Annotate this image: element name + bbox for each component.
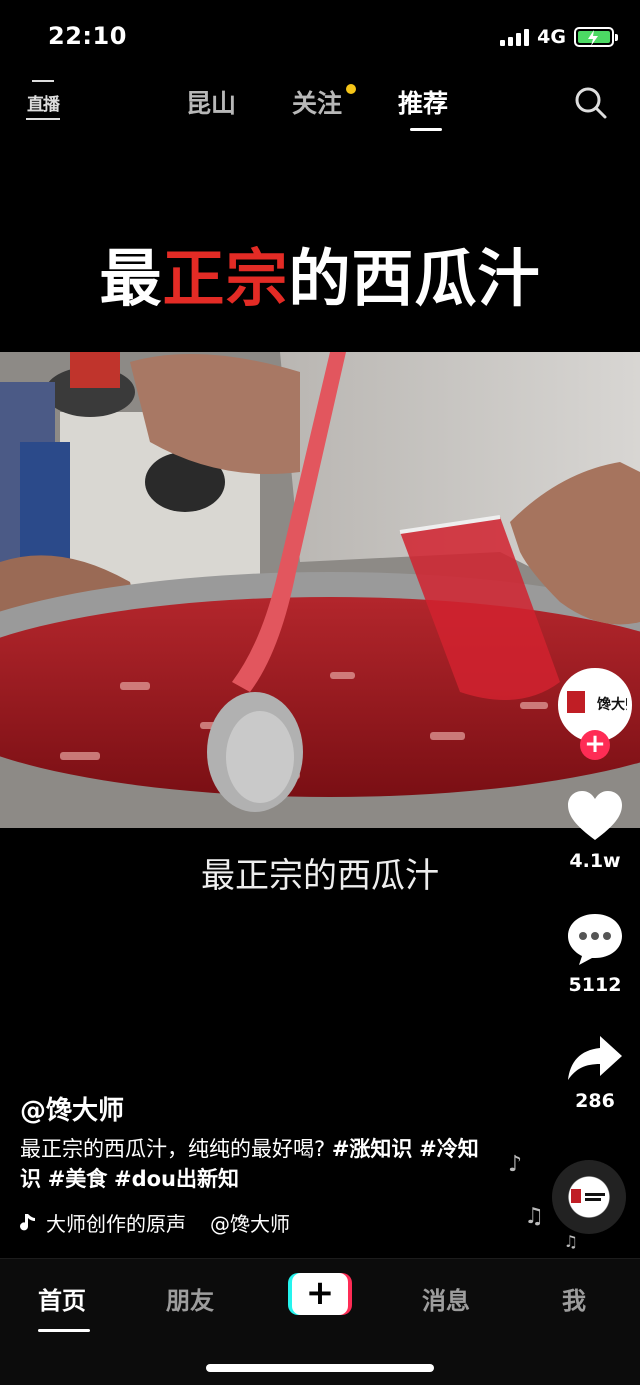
add-button[interactable]: + [288,1273,352,1315]
notification-dot [346,84,356,94]
hashtag[interactable]: #涨知识 [332,1137,413,1161]
video-scene-illustration [0,352,640,828]
comment-count: 5112 [568,974,622,996]
tab-kunshan[interactable]: 昆山 [186,84,236,120]
share-icon[interactable] [566,1034,624,1082]
network-type: 4G [537,26,566,48]
post-description: 最正宗的西瓜汁，纯纯的最好喝? #涨知识 #冷知识 #美食 #dou出新知 [20,1134,490,1194]
tab-recommended[interactable]: 推荐 [398,84,448,120]
video-frame[interactable] [0,352,640,828]
like-count: 4.1w [569,850,621,872]
avatar-logo-text: 馋大师 [596,696,627,713]
video-title: 最正宗的西瓜汁 [0,228,640,318]
music-author: @馋大师 [210,1212,290,1236]
author-name[interactable]: @馋大师 [20,1090,124,1127]
signal-icon [500,28,530,46]
tab-home[interactable]: 首页 [38,1281,86,1316]
music-info[interactable]: 大师创作的原声 @馋大师 [20,1208,350,1237]
tab-friends[interactable]: 朋友 [166,1281,214,1316]
home-tab-indicator [38,1329,90,1332]
floating-note-icon: ♫ [524,1204,544,1229]
tab-messages[interactable]: 消息 [422,1281,470,1316]
top-nav: 直播 昆山 关注 推荐 [0,76,640,136]
music-title: 大师创作的原声 [46,1212,186,1236]
hashtag[interactable]: #美食 [48,1167,108,1191]
title-part-3: 的西瓜汁 [288,242,541,315]
follow-button[interactable]: + [580,730,610,760]
status-indicators: 4G [500,26,618,48]
title-part-1: 最 [99,242,163,315]
description-text: 最正宗的西瓜汁，纯纯的最好喝? [20,1137,332,1161]
disc-logo-icon [571,1189,605,1203]
comment-icon[interactable] [566,912,624,966]
status-time: 22:10 [48,22,127,50]
tab-following[interactable]: 关注 [292,84,342,120]
home-indicator[interactable] [206,1364,434,1372]
like-action[interactable]: 4.1w [550,790,640,872]
video-subtitle: 最正宗的西瓜汁 [201,856,439,896]
tab-me[interactable]: 我 [562,1281,586,1316]
floating-note-icon: ♪ [507,1152,522,1177]
floating-note-icon: ♫ [563,1232,578,1251]
share-action[interactable]: 286 [550,1034,640,1112]
active-tab-indicator [410,128,442,131]
comment-action[interactable]: 5112 [550,912,640,996]
title-part-highlight: 正宗 [162,242,289,315]
search-icon[interactable] [574,86,608,120]
heart-icon[interactable] [566,790,624,842]
share-count: 286 [575,1090,615,1112]
plus-icon: + [292,1273,348,1315]
music-disc[interactable] [552,1160,626,1234]
status-bar: 22:10 4G [0,0,640,76]
music-note-icon [20,1213,35,1230]
hashtag[interactable]: #dou出新知 [114,1167,239,1191]
nav-tabs: 昆山 关注 推荐 [0,76,640,136]
battery-icon [574,27,618,47]
